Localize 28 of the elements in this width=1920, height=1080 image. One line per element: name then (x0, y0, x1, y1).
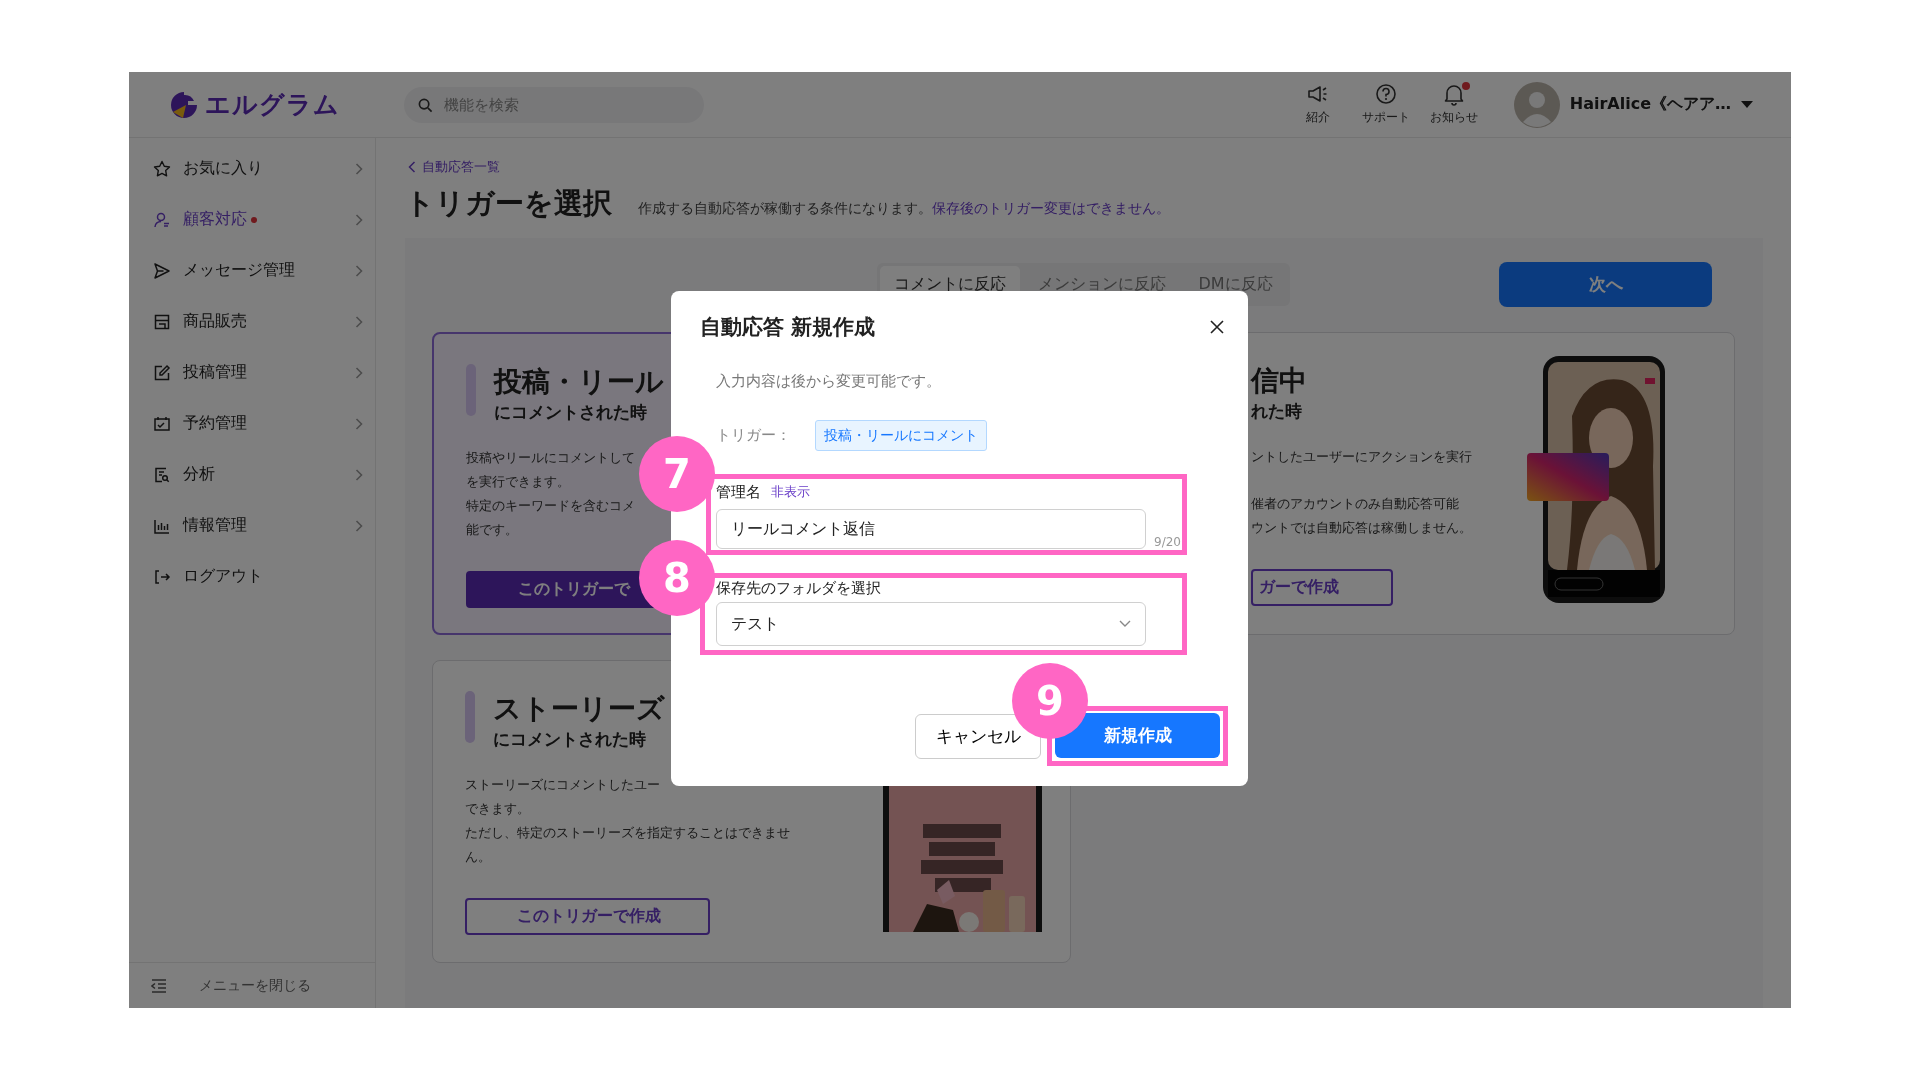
card-title: 投稿・リール (494, 364, 664, 400)
dialog-title: 自動応答 新規作成 (700, 314, 876, 341)
card-text: ウントでは自動応答は稼働しません。 (1251, 519, 1472, 537)
card-text: ストーリーズにコメントしたユー (465, 776, 661, 794)
card-text: できます。 (465, 800, 531, 818)
card-text: ん。 (465, 848, 492, 866)
card-title: ストーリーズ (493, 691, 665, 727)
card-text: を実行できます。 (466, 473, 571, 491)
card-subtitle: にコメントされた時 (494, 401, 648, 424)
step-number: 7 (639, 436, 715, 512)
trigger-tag: 投稿・リールにコメント (815, 420, 987, 451)
card-text: 催者のアカウントのみ自動応答可能 (1251, 495, 1460, 513)
logo-text: エルグラム (205, 89, 340, 121)
card-text: 投稿やリールにコメントして (466, 449, 635, 467)
card-text: ただし、特定のストーリーズを指定することはできませ (465, 824, 790, 842)
char-counter: 9/20 (1154, 535, 1181, 549)
card-text: 特定のキーワードを含むコメ (466, 497, 635, 515)
trigger-label: トリガー： (716, 426, 791, 445)
field-label: 保存先のフォルダを選択 (716, 578, 881, 598)
card-text: 能です。 (466, 521, 519, 539)
page-title: トリガーを選択 (405, 185, 612, 222)
field-label: 管理名 (716, 482, 761, 502)
card-subtitle: れた時 (1251, 400, 1303, 423)
card-text: ントしたユーザーにアクションを実行 (1251, 448, 1472, 466)
page-description: 作成する自動応答が稼働する条件になります。保存後のトリガー変更はできません。 (638, 200, 1170, 218)
card-subtitle: にコメントされた時 (493, 728, 647, 751)
dialog-note: 入力内容は後から変更可能です。 (716, 371, 942, 392)
card-title: 信中 (1251, 363, 1307, 399)
